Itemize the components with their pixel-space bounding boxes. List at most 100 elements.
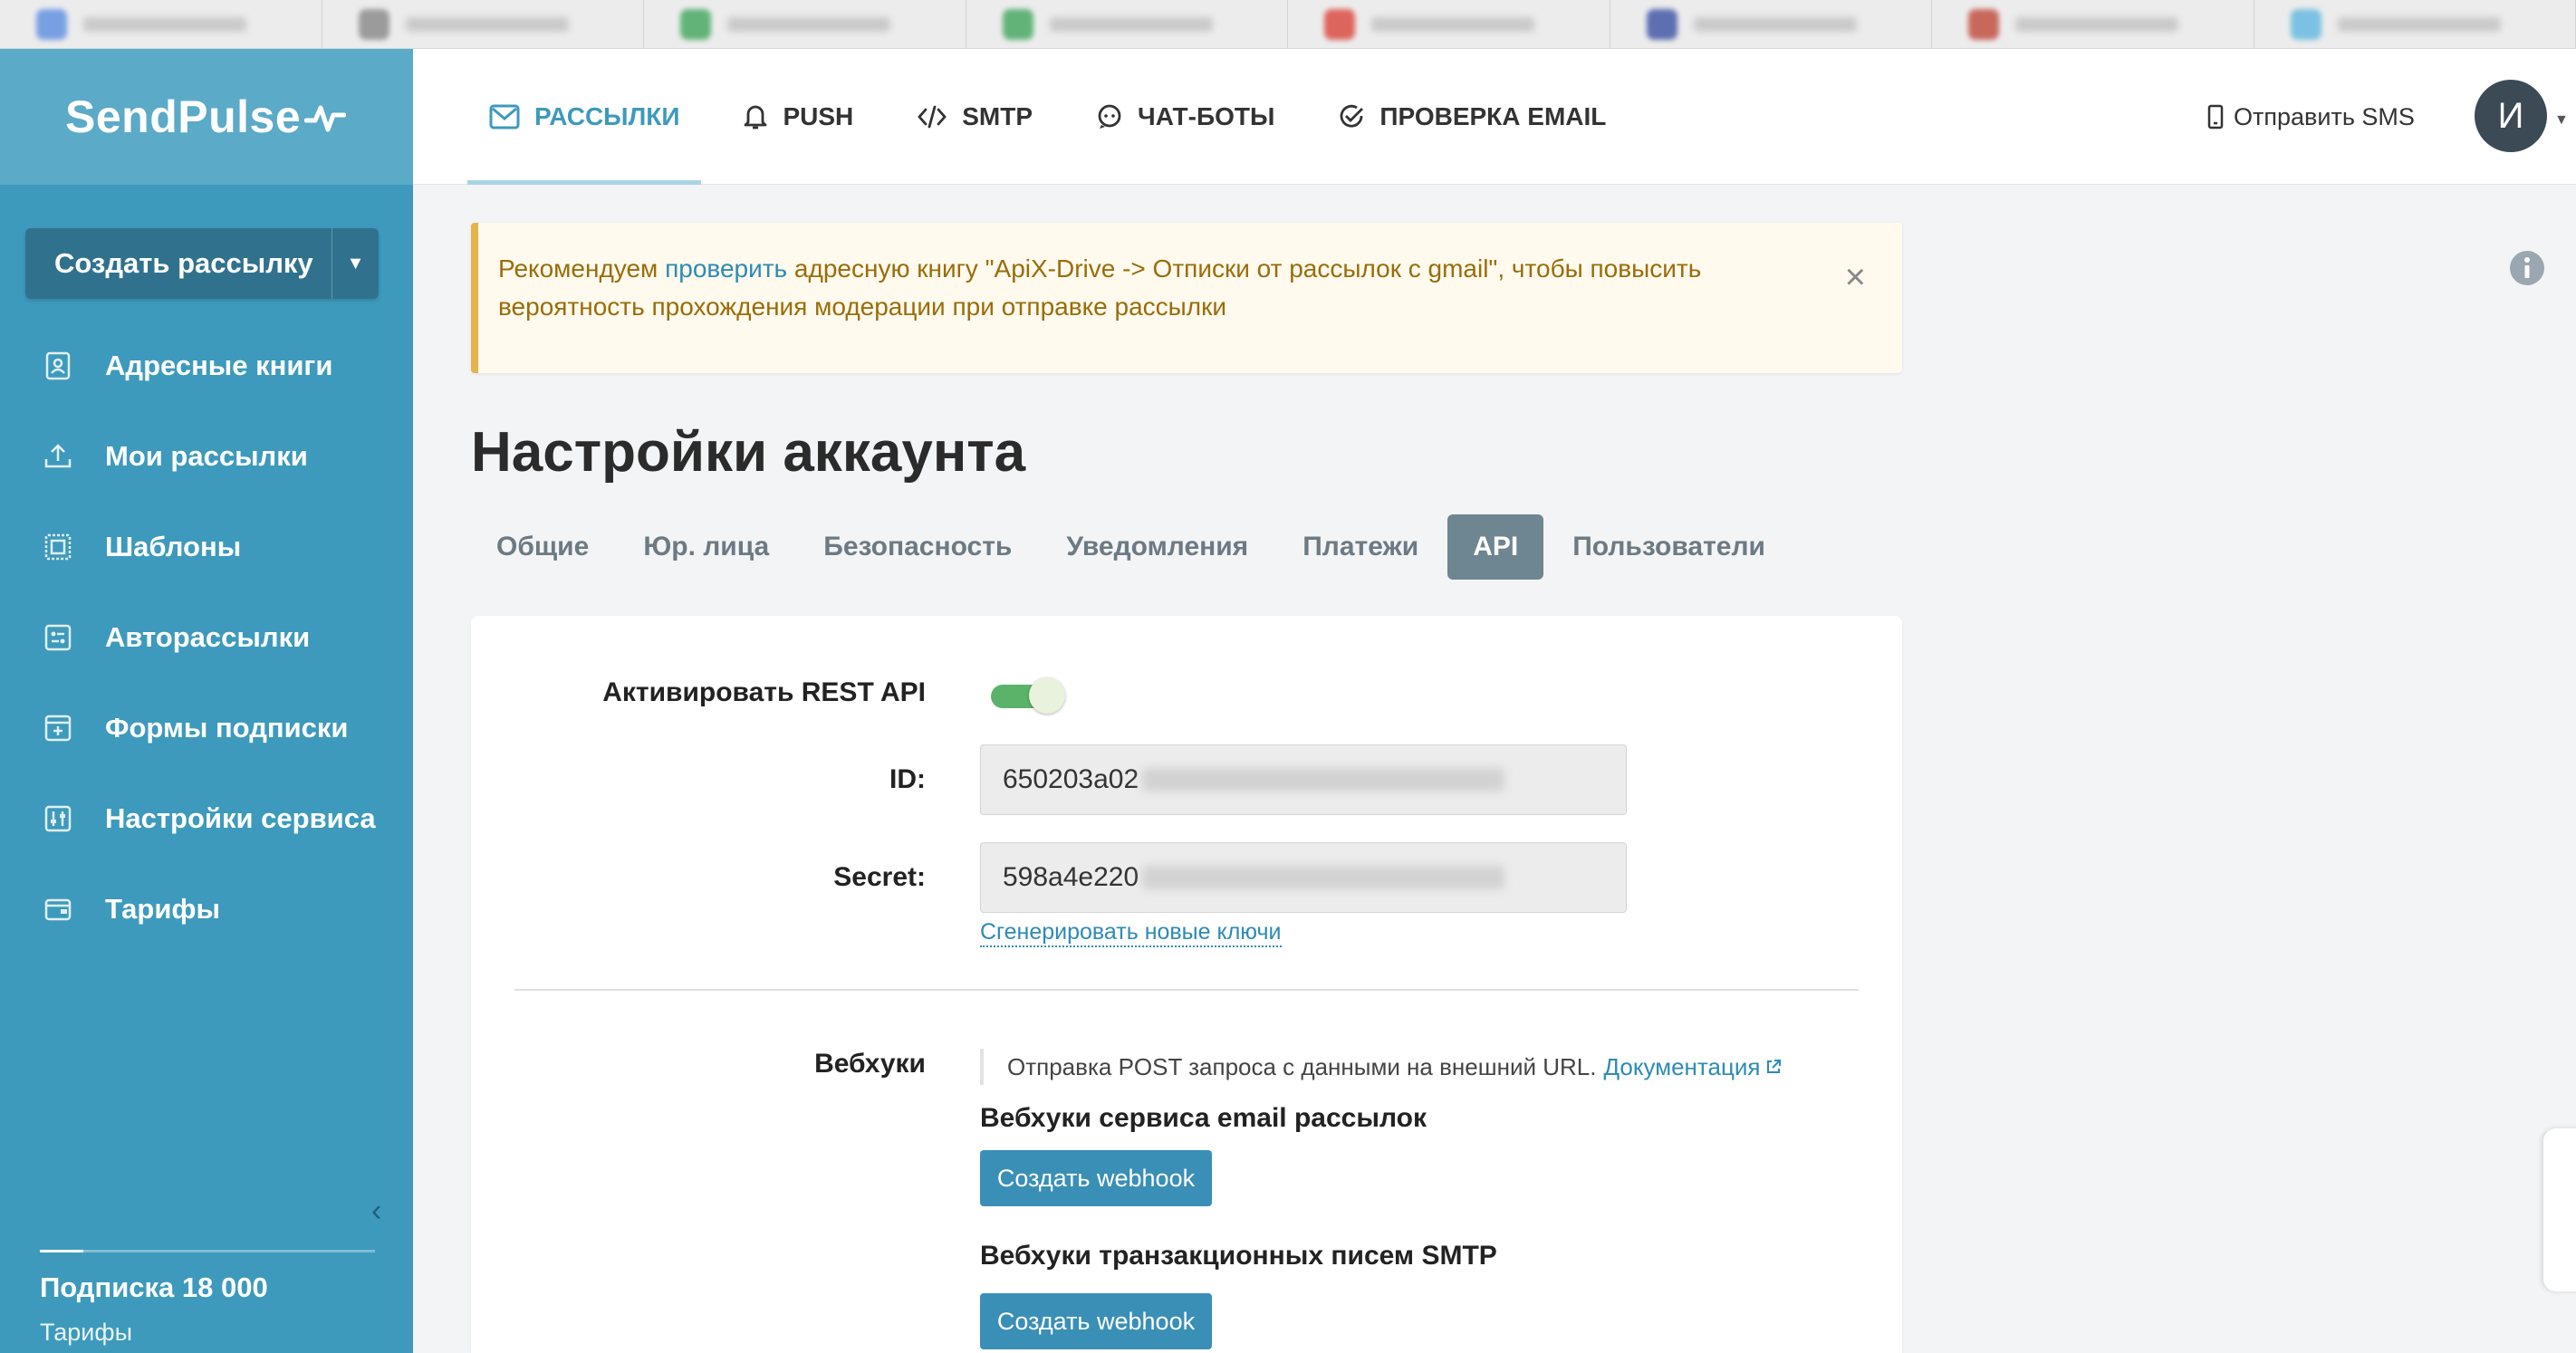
plans-link[interactable]: Тарифы bbox=[40, 1319, 132, 1347]
api-secret-value: 598a4e220 bbox=[1003, 862, 1139, 892]
logo[interactable]: SendPulse bbox=[65, 91, 301, 143]
webhooks-desc-text: Отправка POST запроса с данными на внешн… bbox=[1007, 1052, 1597, 1080]
alert-check-link[interactable]: проверить bbox=[665, 254, 787, 283]
automation-icon bbox=[40, 619, 76, 656]
upload-icon bbox=[40, 438, 76, 475]
topnav-campaigns[interactable]: РАССЫЛКИ bbox=[467, 49, 702, 185]
browser-tab[interactable] bbox=[322, 0, 644, 48]
topnav-email-verification[interactable]: ПРОВЕРКА EMAIL bbox=[1316, 49, 1628, 185]
topnav-label: ПРОВЕРКА EMAIL bbox=[1379, 102, 1607, 130]
close-icon[interactable]: × bbox=[1845, 259, 1866, 295]
regenerate-keys-link[interactable]: Сгенерировать новые ключи bbox=[980, 918, 1282, 947]
browser-tab-strip bbox=[0, 0, 2576, 49]
webhooks-description: Отправка POST запроса с данными на внешн… bbox=[980, 1049, 1782, 1085]
sidebar-item-label: Адресные книги bbox=[105, 350, 333, 381]
sidebar-item-label: Формы подписки bbox=[105, 712, 349, 744]
top-bar: РАССЫЛКИ PUSH SMTP ЧАТ-БОТЫ ПРОВЕРКА EMA… bbox=[413, 49, 2576, 185]
create-campaign-dropdown[interactable]: ▼ bbox=[332, 228, 379, 299]
sidebar-item-address-books[interactable]: Адресные книги bbox=[0, 321, 413, 411]
sidebar-item-automations[interactable]: Авторассылки bbox=[0, 592, 413, 683]
create-email-webhook-button[interactable]: Создать webhook bbox=[980, 1150, 1212, 1206]
tab-users[interactable]: Пользователи bbox=[1547, 514, 1791, 580]
browser-tab[interactable] bbox=[2254, 0, 2576, 48]
browser-tab[interactable] bbox=[1932, 0, 2254, 48]
topnav-label: РАССЫЛКИ bbox=[534, 102, 680, 130]
sidebar-item-service-settings[interactable]: Настройки сервиса bbox=[0, 773, 413, 864]
avatar-caret-icon[interactable]: ▼ bbox=[2554, 112, 2569, 129]
activate-api-label: Активировать REST API bbox=[602, 677, 926, 707]
browser-tab[interactable] bbox=[0, 0, 322, 48]
tab-favicon-icon bbox=[358, 8, 389, 40]
toggle-knob bbox=[1029, 677, 1065, 714]
alert-prefix: Рекомендуем bbox=[498, 254, 666, 283]
tab-favicon-icon bbox=[1002, 8, 1033, 40]
phone-icon bbox=[2206, 103, 2225, 130]
sidebar-item-my-campaigns[interactable]: Мои рассылки bbox=[0, 411, 413, 502]
api-secret-field[interactable]: 598a4e220 bbox=[980, 842, 1627, 913]
template-icon bbox=[40, 529, 76, 565]
pulse-logo-icon bbox=[304, 105, 347, 132]
topnav-label: PUSH bbox=[783, 102, 854, 130]
tab-payments[interactable]: Платежи bbox=[1277, 514, 1444, 580]
sidebar-item-label: Мои рассылки bbox=[105, 440, 308, 472]
sidebar-item-plans[interactable]: Тарифы bbox=[0, 864, 413, 955]
browser-tab[interactable] bbox=[644, 0, 966, 48]
api-id-value: 650203a02 bbox=[1003, 764, 1139, 794]
api-settings-card: Активировать REST API ID: 650203a02 Secr… bbox=[471, 616, 1902, 1353]
settings-tabs: Общие Юр. лица Безопасность Уведомления … bbox=[471, 514, 1794, 580]
page-title: Настройки аккаунта bbox=[471, 421, 1026, 484]
activate-api-toggle[interactable] bbox=[991, 677, 1065, 714]
create-campaign-button[interactable]: Создать рассылку bbox=[25, 228, 332, 299]
subscription-title: Подписка 18 000 bbox=[40, 1271, 268, 1303]
wallet-icon bbox=[40, 891, 76, 927]
address-book-icon bbox=[40, 348, 76, 384]
tab-general[interactable]: Общие bbox=[471, 514, 614, 580]
tab-favicon-icon bbox=[1324, 8, 1355, 40]
create-smtp-webhook-button[interactable]: Создать webhook bbox=[980, 1293, 1212, 1349]
topnav-label: ЧАТ-БОТЫ bbox=[1138, 102, 1275, 130]
form-icon bbox=[40, 710, 76, 746]
avatar[interactable]: И bbox=[2475, 80, 2547, 152]
topnav-chatbots[interactable]: ЧАТ-БОТЫ bbox=[1074, 49, 1296, 185]
sidebar-item-templates[interactable]: Шаблоны bbox=[0, 502, 413, 592]
email-webhooks-title: Вебхуки сервиса email рассылок bbox=[980, 1103, 1427, 1133]
sidebar-item-label: Шаблоны bbox=[105, 531, 242, 562]
masked-value bbox=[1142, 768, 1505, 792]
tab-security[interactable]: Безопасность bbox=[798, 514, 1037, 580]
section-divider bbox=[514, 989, 1859, 991]
secret-label: Secret: bbox=[833, 862, 926, 892]
browser-tab[interactable] bbox=[966, 0, 1288, 48]
tab-api[interactable]: API bbox=[1447, 514, 1544, 580]
logo-area: SendPulse bbox=[0, 49, 413, 185]
browser-tab[interactable] bbox=[1610, 0, 1932, 48]
side-feedback-tab[interactable] bbox=[2543, 1128, 2576, 1291]
sidebar: SendPulse Создать рассылку ▼ Адресные кн… bbox=[0, 49, 413, 1353]
mail-icon bbox=[489, 104, 520, 130]
check-circle-icon bbox=[1338, 103, 1365, 130]
recommendation-alert: Рекомендуем проверить адресную книгу "Ap… bbox=[471, 223, 1902, 373]
top-nav: РАССЫЛКИ PUSH SMTP ЧАТ-БОТЫ ПРОВЕРКА EMA… bbox=[467, 49, 1648, 185]
masked-value bbox=[1142, 866, 1505, 889]
tab-favicon-icon bbox=[1968, 8, 1999, 40]
tab-favicon-icon bbox=[1646, 8, 1677, 40]
send-sms-link[interactable]: Отправить SMS bbox=[2206, 49, 2415, 185]
tab-legal-entities[interactable]: Юр. лица bbox=[618, 514, 794, 580]
tab-notifications[interactable]: Уведомления bbox=[1041, 514, 1274, 580]
collapse-sidebar-icon[interactable]: ‹ bbox=[371, 1194, 381, 1229]
info-icon[interactable] bbox=[2509, 250, 2545, 291]
documentation-link[interactable]: Документация bbox=[1603, 1053, 1760, 1081]
api-id-field[interactable]: 650203a02 bbox=[980, 744, 1627, 815]
create-campaign-group: Создать рассылку ▼ bbox=[25, 228, 379, 299]
topnav-push[interactable]: PUSH bbox=[721, 49, 875, 185]
sidebar-nav: Адресные книги Мои рассылки Шаблоны Авто… bbox=[0, 321, 413, 955]
sidebar-item-subscription-forms[interactable]: Формы подписки bbox=[0, 683, 413, 773]
topnav-smtp[interactable]: SMTP bbox=[895, 49, 1054, 185]
send-sms-label: Отправить SMS bbox=[2234, 102, 2415, 130]
external-link-icon bbox=[1765, 1059, 1782, 1075]
chat-icon bbox=[1096, 103, 1123, 130]
bell-icon bbox=[743, 102, 768, 131]
browser-tab[interactable] bbox=[1288, 0, 1610, 48]
tab-favicon-icon bbox=[36, 8, 67, 40]
code-icon bbox=[917, 104, 947, 130]
tab-favicon-icon bbox=[2290, 8, 2321, 40]
